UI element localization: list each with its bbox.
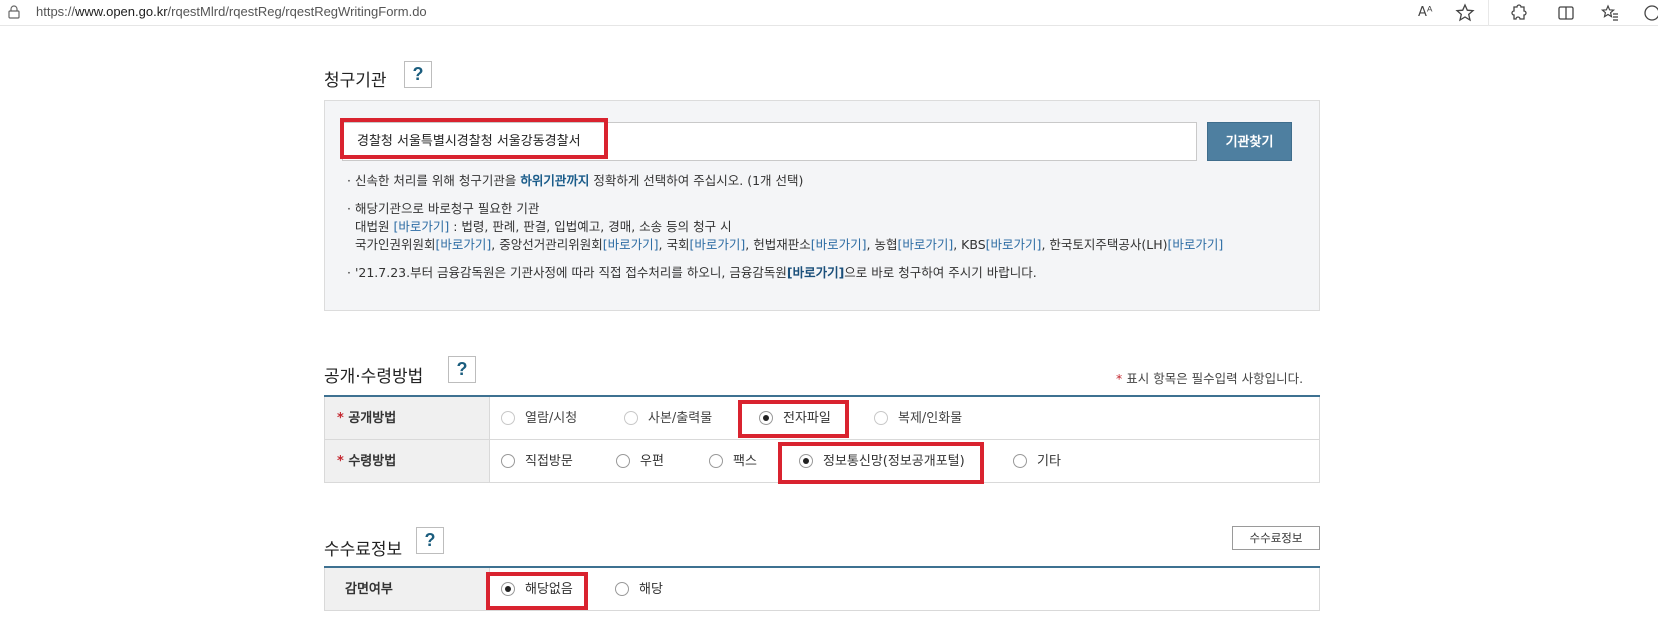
receipt-option-mail[interactable]: 우편 [616, 440, 664, 483]
radio-icon[interactable] [709, 453, 723, 468]
profile-icon[interactable] [1642, 3, 1658, 23]
receipt-option-fax[interactable]: 팩스 [709, 440, 757, 483]
org-section-title: 청구기관 [324, 71, 387, 91]
radio-icon[interactable] [615, 581, 629, 596]
shortcut-link[interactable]: [바로가기] [1168, 237, 1224, 252]
org-note-2-head: · 해당기관으로 바로청구 필요한 기관 [347, 201, 540, 216]
radio-icon[interactable] [501, 453, 515, 468]
exemption-label: 감면여부 [325, 568, 490, 610]
lock-icon [8, 5, 20, 19]
radio-icon[interactable] [616, 453, 630, 468]
radio-icon[interactable] [1013, 453, 1027, 468]
disclosure-option-copy[interactable]: 사본/출력물 [624, 397, 712, 440]
method-section-title: 공개·수령방법 [324, 367, 424, 387]
split-screen-icon[interactable] [1556, 3, 1576, 23]
shortcut-link[interactable]: [바로가기] [811, 237, 867, 252]
exemption-row: 감면여부 해당없음 해당 [324, 568, 1320, 611]
required-note: * 표시 항목은 필수입력 사항입니다. [1116, 371, 1304, 386]
favorites-list-icon[interactable] [1600, 3, 1620, 23]
org-note-3: · '21.7.23.부터 금융감독원은 기관사정에 따라 직접 접수처리를 하… [347, 265, 1037, 280]
shortcut-link[interactable]: [바로가기] [603, 237, 659, 252]
shortcut-link[interactable]: [바로가기] [689, 237, 745, 252]
disclosure-option-replica[interactable]: 복제/인화물 [874, 397, 962, 440]
browser-address-bar: https://www.open.go.kr/rqestMlrd/rqestRe… [0, 0, 1658, 26]
fee-section-title: 수수료정보 [324, 540, 403, 560]
fee-help-button[interactable]: ? [416, 527, 444, 554]
find-org-button[interactable]: 기관찾기 [1207, 122, 1292, 161]
url-text[interactable]: https://www.open.go.kr/rqestMlrd/rqestRe… [36, 4, 427, 19]
highlight-electronic-file [738, 400, 849, 438]
favorite-star-icon[interactable] [1455, 3, 1475, 23]
receipt-label: * 수령방법 [325, 440, 490, 482]
read-aloud-icon[interactable]: Aᴬ [1418, 3, 1438, 23]
highlight-exemption-none [486, 572, 588, 610]
org-note-2-line-1: 대법원 [바로가기] : 법령, 판례, 판결, 입법예고, 경매, 소송 등의… [355, 219, 732, 234]
exemption-option-applicable[interactable]: 해당 [615, 568, 663, 611]
method-help-button[interactable]: ? [448, 356, 476, 383]
disclosure-option-view[interactable]: 열람/시청 [501, 397, 577, 440]
shortcut-link[interactable]: [바로가기] [897, 237, 953, 252]
extensions-icon[interactable] [1508, 3, 1528, 23]
org-help-button[interactable]: ? [404, 61, 432, 88]
receipt-option-visit[interactable]: 직접방문 [501, 440, 573, 483]
highlight-portal [778, 442, 984, 484]
disclosure-label: * 공개방법 [325, 397, 490, 439]
fee-info-button[interactable]: 수수료정보 [1232, 526, 1320, 550]
shortcut-link[interactable]: [바로가기] [436, 237, 492, 252]
fss-link[interactable]: [바로가기] [787, 265, 844, 280]
toolbar-divider [1488, 0, 1489, 26]
radio-icon[interactable] [874, 410, 888, 425]
fee-table: 감면여부 해당없음 해당 [324, 566, 1320, 611]
highlight-org-input [340, 118, 608, 159]
shortcut-link[interactable]: [바로가기] [986, 237, 1042, 252]
receipt-option-other[interactable]: 기타 [1013, 440, 1061, 483]
radio-icon[interactable] [624, 410, 638, 425]
org-note-2-line-2: 국가인권위원회[바로가기], 중앙선거관리위원회[바로가기], 국회[바로가기]… [355, 237, 1224, 252]
radio-icon[interactable] [501, 410, 515, 425]
org-note-1: · 신속한 처리를 위해 청구기관을 하위기관까지 정확하게 선택하여 주십시오… [347, 173, 804, 188]
supreme-court-link[interactable]: [바로가기] [393, 219, 449, 234]
